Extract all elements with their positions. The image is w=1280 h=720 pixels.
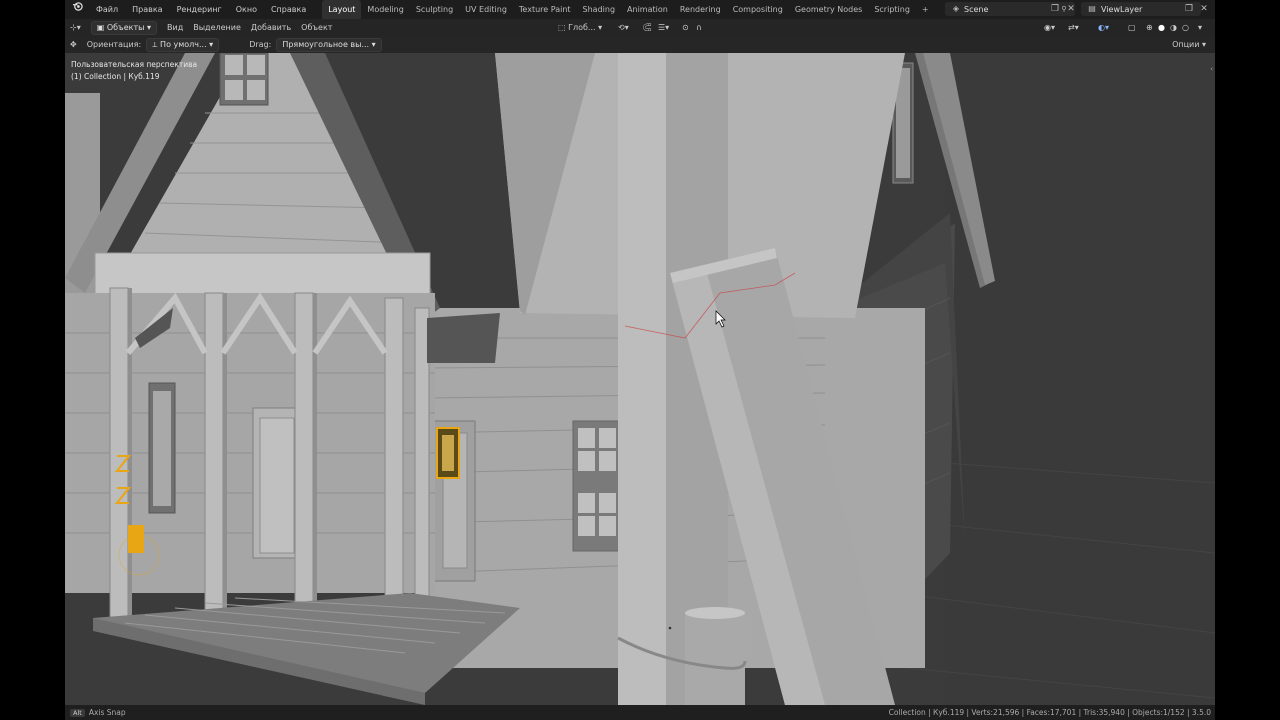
menu-help[interactable]: Справка (264, 0, 313, 19)
tab-animation[interactable]: Animation (621, 0, 674, 19)
transform-orientation-dropdown[interactable]: ⬚ Глоб... ▾ (553, 23, 607, 32)
tool-settings-header: ✥ Ориентация: ⟂ По умолч... ▾ Drag: Прям… (65, 36, 1215, 53)
transform-gizmo-icon: ⬚ (558, 23, 569, 32)
snap-target-icon[interactable]: ☰▾ (653, 23, 674, 32)
orientation-label: Ориентация: (86, 40, 142, 49)
drag-value: Прямоугольное вы... (282, 39, 370, 49)
orientation-dropdown[interactable]: ⟂ По умолч... ▾ (146, 37, 220, 52)
tab-texture-paint[interactable]: Texture Paint (513, 0, 577, 19)
top-bar: Файл Правка Рендеринг Окно Справка Layou… (65, 0, 1215, 19)
object-menu[interactable]: Объект (296, 23, 337, 32)
visibility-icon[interactable]: ◉▾ (1039, 23, 1060, 32)
scene-statistics: Collection | Куб.119 | Verts:21,596 | Fa… (888, 708, 1211, 717)
view-layer-name: ViewLayer (1101, 4, 1143, 14)
object-info: (1) Collection | Куб.119 (71, 72, 160, 81)
tab-shading[interactable]: Shading (577, 0, 622, 19)
delete-scene-icon[interactable]: ✕ (1065, 3, 1077, 15)
mode-dropdown[interactable]: ▣ Объекты ▾ (90, 20, 158, 35)
gizmo-toggle-icon[interactable]: ⇄▾ (1063, 23, 1084, 32)
new-view-layer-icon[interactable]: ❐ (1183, 3, 1195, 15)
editor-type-icon[interactable]: ⊹▾ (65, 23, 86, 32)
blender-logo-icon[interactable] (65, 0, 89, 19)
status-hint: Axis Snap (88, 708, 126, 717)
xray-icon[interactable]: ▢ (1123, 23, 1141, 32)
3d-viewport[interactable]: Пользовательская перспектива (1) Collect… (65, 53, 1215, 705)
menu-file[interactable]: Файл (89, 0, 125, 19)
viewport-scene (65, 53, 1215, 705)
scene-name: Scene (964, 4, 989, 14)
tab-rendering[interactable]: Rendering (674, 0, 727, 19)
blender-window: Файл Правка Рендеринг Окно Справка Layou… (65, 0, 1215, 720)
tab-scripting[interactable]: Scripting (868, 0, 916, 19)
tab-uv-editing[interactable]: UV Editing (459, 0, 513, 19)
tab-layout[interactable]: Layout (322, 0, 362, 19)
delete-view-layer-icon[interactable]: ✕ (1198, 3, 1210, 15)
menu-render[interactable]: Рендеринг (170, 0, 229, 19)
mode-value: Объекты (106, 22, 145, 32)
overlay-icon[interactable]: ◐▾ (1093, 23, 1114, 32)
view-layer-icon: ▤ (1088, 4, 1096, 13)
view-menu[interactable]: Вид (162, 23, 188, 32)
sidebar-toggle-icon[interactable]: ‹ (1210, 65, 1213, 73)
options-dropdown[interactable]: Опции ▾ (1167, 40, 1211, 49)
orientation-value: По умолч... (160, 39, 207, 49)
transform-orientation-value: Глоб... (568, 23, 596, 32)
menu-window[interactable]: Окно (229, 0, 264, 19)
tab-geometry-nodes[interactable]: Geometry Nodes (789, 0, 868, 19)
menu-edit[interactable]: Правка (125, 0, 169, 19)
options-label: Опции (1172, 40, 1200, 49)
add-workspace-button[interactable]: + (916, 0, 935, 19)
tab-modeling[interactable]: Modeling (361, 0, 409, 19)
orientation-axes-icon: ⟂ (152, 39, 161, 49)
new-scene-icon[interactable]: ❐ (1049, 3, 1061, 15)
tab-compositing[interactable]: Compositing (727, 0, 789, 19)
view-name: Пользовательская перспектива (71, 60, 198, 69)
proportional-falloff-icon[interactable]: ∩ (691, 23, 707, 32)
alt-key: Alt (70, 708, 85, 717)
shading-rendered-icon[interactable]: ○ (1177, 23, 1194, 32)
status-bar: Alt Axis Snap Collection | Куб.119 | Ver… (65, 705, 1215, 720)
select-menu[interactable]: Выделение (188, 23, 246, 32)
shading-options-icon[interactable]: ▾ (1193, 23, 1207, 32)
object-mode-icon: ▣ (96, 22, 107, 32)
tab-sculpting[interactable]: Sculpting (410, 0, 459, 19)
scene-icon: ◈ (952, 4, 960, 13)
drag-label: Drag: (249, 40, 272, 49)
add-menu[interactable]: Добавить (246, 23, 296, 32)
drag-dropdown[interactable]: Прямоугольное вы... ▾ (276, 37, 382, 52)
viewport-header: ⊹▾ ▣ Объекты ▾ Вид Выделение Добавить Об… (65, 19, 1215, 36)
pivot-icon[interactable]: ⟲▾ (613, 23, 634, 32)
transform-tool-icon[interactable]: ✥ (65, 40, 82, 49)
